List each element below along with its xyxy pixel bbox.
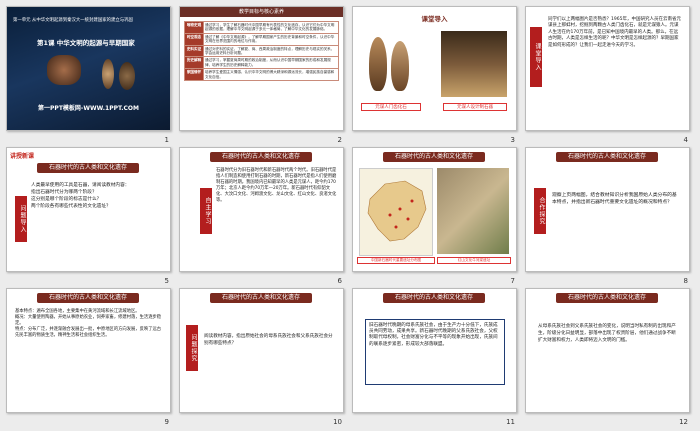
objectives-slide: 教学目标与核心素养 唯物史观 通过学习，学生了解石器时代中国早期有代表性的文化遗存… <box>179 6 344 131</box>
teeth-fossil-image <box>363 33 418 95</box>
row-header: 史料实证 <box>184 44 204 58</box>
body-text: 观察上页两幅图，结合教材知识分析我国原始人类分布的基本特点，并指出新石器时代重要… <box>552 193 677 205</box>
slide-title: 石器时代的古人类和文化遗存 <box>383 152 485 162</box>
lesson-title: 第1课 中华文明的起源与早期国家 <box>37 39 135 47</box>
section-label: 自主学习 <box>200 188 212 234</box>
row-text: 通过对史料的实证，了解夏、商、西周政治制度的特点，理解历史与现实的关系，学会运用… <box>203 44 339 58</box>
section-label: 课堂导入 <box>530 27 542 87</box>
answer-text: 基本特点：遍布全国各地，主要集中在黄河流域和长江流域地区。 概况：大量使用陶器，… <box>15 309 163 339</box>
slide-number: 7 <box>510 277 515 285</box>
objectives-table: 唯物史观 通过学习，学生了解石器时代中国早期有代表性的文化遗存，认识它们为中华文明… <box>184 21 339 82</box>
question-line: 这分别是哪个阶段的标志是什么？ <box>31 197 102 202</box>
inquiry-slide: 石器时代的古人类和文化遗存 问题探究 阅读教材内容，指出原始社会的母系氏族社会和… <box>179 288 344 413</box>
self-study-slide: 石器时代的古人类和文化遗存 自主学习 石器时代分为旧石器时代和新石器时代两个时代… <box>179 147 344 272</box>
row-text: 通过了解《中华文明起源》，了解早期国家产生的历史背景和时空条件，认识中华文明在世… <box>203 32 339 46</box>
slide-thumbnail-1[interactable]: 第一单元 从中华文明起源到秦汉大一统封建国家的建立与巩固 第1课 中华文明的起源… <box>4 4 177 145</box>
section-label: 问题探究 <box>186 325 198 371</box>
ruins-photo <box>437 168 509 254</box>
intro-text-slide: 课堂导入 同学们以上两幅图片是否熟悉？1965年，中国研究人员在云南省元谋县上那… <box>525 6 690 131</box>
question-line: 人类最早使用的工具是石器，请阅读教材内容： <box>31 183 130 188</box>
answer-slide: 石器时代的古人类和文化遗存 基本特点：遍布全国各地，主要集中在黄河流域和长江流域… <box>6 288 171 413</box>
caption-2: 元谋人设计制石器 <box>443 103 507 111</box>
row-text: 通过学习，学生了解石器时代中国早期有代表性的文化遗存，认识它们为中华文明起源的依… <box>203 21 339 34</box>
slide-title: 石器时代的古人类和文化遗存 <box>556 152 658 162</box>
slide-number: 10 <box>333 418 342 426</box>
caption-2: 红山文化牛河梁遗址 <box>437 257 511 264</box>
body-text: 石器时代分为旧石器时代和新石器时代两个时代。旧石器时代是指人们制造和使用打制石器… <box>216 168 337 203</box>
body-text: 从母系氏族社会到父系氏族社会的变化，说明当时私有制的出现和产生，阶级分化日益明显… <box>538 324 676 343</box>
row-text: 通过学习，掌握夏商周时期的政治制度，从而认识中国早期国家的形成和发展规律，培养学… <box>203 56 339 70</box>
summary-slide: 石器时代的古人类和文化遗存 从母系氏族社会到父系氏族社会的变化，说明当时私有制的… <box>525 288 690 413</box>
row-text: 培养学生爱国主义情感，认识中华文明的博大精深和源远流长，增强民族自豪感和文化自信… <box>203 68 339 82</box>
row-header: 唯物史观 <box>184 21 204 34</box>
slide-title: 课堂导入 <box>421 15 448 23</box>
caption-1: 元谋人门齿化石 <box>361 103 421 111</box>
slide-thumbnail-10[interactable]: 石器时代的古人类和文化遗存 问题探究 阅读教材内容，指出原始社会的母系氏族社会和… <box>177 286 350 427</box>
intro-text: 同学们以上两幅图片是否熟悉？1965年，中国研究人员在云南省元谋县上那蚌村，挖掘… <box>548 17 681 48</box>
slide-sorter-grid: 第一单元 从中华文明起源到秦汉大一统封建国家的建立与巩固 第1课 中华文明的起源… <box>4 4 696 428</box>
section-label: 问题导入 <box>15 196 27 242</box>
body-text: 旧石器时代晚期的母系氏族社会，由于生产力十分低下，氏族成员共同劳动，成果共享。新… <box>369 323 498 347</box>
slide-title: 石器时代的古人类和文化遗存 <box>383 293 485 303</box>
society-slide: 石器时代的古人类和文化遗存 旧石器时代晚期的母系氏族社会，由于生产力十分低下，氏… <box>352 288 517 413</box>
slide-thumbnail-11[interactable]: 石器时代的古人类和文化遗存 旧石器时代晚期的母系氏族社会，由于生产力十分低下，氏… <box>350 286 523 427</box>
slide-thumbnail-2[interactable]: 教学目标与核心素养 唯物史观 通过学习，学生了解石器时代中国早期有代表性的文化遗存… <box>177 4 350 145</box>
content-box: 旧石器时代晚期的母系氏族社会，由于生产力十分低下，氏族成员共同劳动，成果共享。新… <box>365 319 505 385</box>
slide-title: 石器时代的古人类和文化遗存 <box>37 293 139 303</box>
slide-thumbnail-12[interactable]: 石器时代的古人类和文化遗存 从母系氏族社会到父系氏族社会的变化，说明当时私有制的… <box>523 286 696 427</box>
question-list: 人类最早使用的工具是石器，请阅读教材内容： 指出石器时代分为哪两个阶段？ 这分别… <box>31 182 163 210</box>
slide-title: 教学目标与核心素养 <box>180 7 343 17</box>
row-header: 历史解释 <box>184 56 204 70</box>
row-header: 时空观念 <box>184 32 204 46</box>
body-text: 阅读教材内容，指出原始社会的母系氏族社会和父系氏族社会分别有哪些特点？ <box>204 334 333 346</box>
slide-thumbnail-5[interactable]: 讲授新课 石器时代的古人类和文化遗存 问题导入 人类最早使用的工具是石器，请阅读… <box>4 145 177 286</box>
slide-thumbnail-9[interactable]: 石器时代的古人类和文化遗存 基本特点：遍布全国各地，主要集中在黄河流域和长江流域… <box>4 286 177 427</box>
slide-number: 11 <box>506 418 515 426</box>
answer-paragraph: 概况：大量使用陶器，开始从事原始农业，饲养家畜，修建村落，生活逐步稳定。 <box>15 315 162 326</box>
slide-thumbnail-3[interactable]: 课堂导入 元谋人门齿化石 元谋人设计制石器 3 <box>350 4 523 145</box>
slide-number: 5 <box>164 277 169 285</box>
slide-title: 石器时代的古人类和文化遗存 <box>210 293 312 303</box>
cover-slide: 第一单元 从中华文明起源到秦汉大一统封建国家的建立与巩固 第1课 中华文明的起源… <box>6 6 171 131</box>
section-tag: 讲授新课 <box>10 153 35 160</box>
china-map-image <box>359 168 433 256</box>
answer-paragraph: 特点：分布广泛，并逐渐融合发展出一批，中原地区的方向发展，反映了远古先民丰富的物… <box>15 327 162 338</box>
unit-title: 第一单元 从中华文明起源到秦汉大一统封建国家的建立与巩固 <box>13 18 133 23</box>
slide-number: 12 <box>679 418 688 426</box>
explore-slide: 石器时代的古人类和文化遗存 合作探究 观察上页两幅图，结合教材知识分析我国原始人… <box>525 147 690 272</box>
slide-number: 8 <box>683 277 688 285</box>
slide-number: 9 <box>164 418 169 426</box>
slide-number: 2 <box>337 136 342 144</box>
slide-title: 石器时代的古人类和文化遗存 <box>210 152 312 162</box>
slide-number: 1 <box>164 136 169 144</box>
section-label: 合作探究 <box>534 188 546 234</box>
caveman-image <box>441 31 507 97</box>
slide-number: 6 <box>337 277 342 285</box>
slide-thumbnail-8[interactable]: 石器时代的古人类和文化遗存 合作探究 观察上页两幅图，结合教材知识分析我国原始人… <box>523 145 696 286</box>
intro-slide: 课堂导入 元谋人门齿化石 元谋人设计制石器 <box>352 6 517 131</box>
slide-thumbnail-6[interactable]: 石器时代的古人类和文化遗存 自主学习 石器时代分为旧石器时代和新石器时代两个时代… <box>177 145 350 286</box>
slide-number: 4 <box>683 136 688 144</box>
slide-number: 3 <box>510 136 515 144</box>
caption-1: 中国新石器时代重要遗址分布图 <box>357 257 435 264</box>
question-slide: 讲授新课 石器时代的古人类和文化遗存 问题导入 人类最早使用的工具是石器，请阅读… <box>6 147 171 272</box>
slide-thumbnail-7[interactable]: 石器时代的古人类和文化遗存 中国新石器时代重要遗址分布图 红山文化牛河梁遗址 7 <box>350 145 523 286</box>
slide-title: 石器时代的古人类和文化遗存 <box>556 293 658 303</box>
slide-thumbnail-4[interactable]: 课堂导入 同学们以上两幅图片是否熟悉？1965年，中国研究人员在云南省元谋县上那… <box>523 4 696 145</box>
maps-slide: 石器时代的古人类和文化遗存 中国新石器时代重要遗址分布图 红山文化牛河梁遗址 <box>352 147 517 272</box>
stone-artifact-image <box>47 55 81 85</box>
stone-tool-image <box>102 59 114 89</box>
stone-tool-image-2 <box>119 62 135 90</box>
site-watermark: 第一PPT模板网-WWW.1PPT.COM <box>38 105 139 112</box>
slide-title: 石器时代的古人类和文化遗存 <box>37 163 139 173</box>
question-line: 指出石器时代分为哪两个阶段？ <box>31 190 97 195</box>
row-header: 家国情怀 <box>184 68 204 82</box>
question-line: 两个阶段各有哪些代表性的文化遗址？ <box>31 204 111 209</box>
